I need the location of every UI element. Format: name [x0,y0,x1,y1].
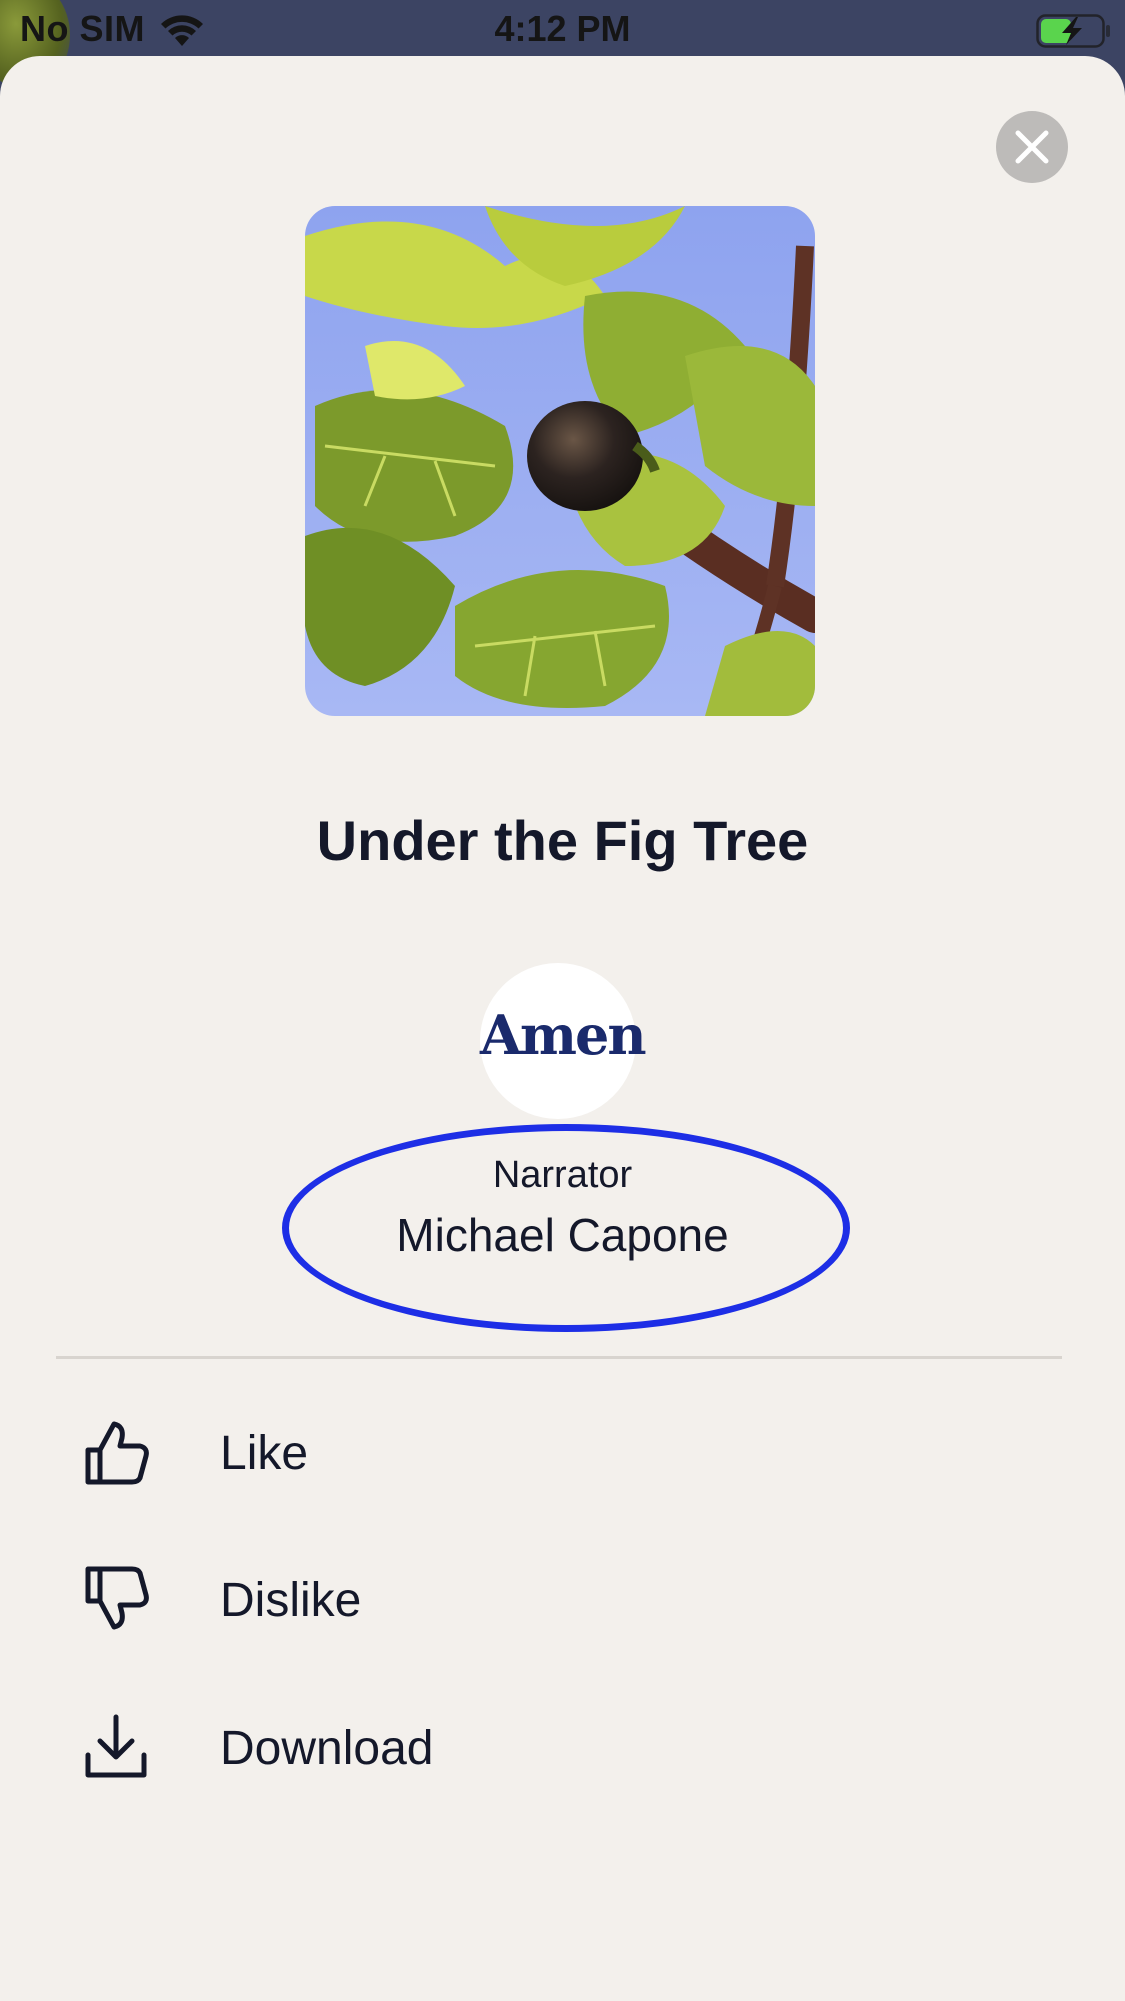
download-button[interactable]: Download [56,1691,1056,1801]
clock: 4:12 PM [494,8,631,49]
publisher-logo: Amen [480,1003,647,1067]
cover-image [305,206,815,716]
download-label: Download [220,1722,434,1775]
status-bar: No SIM 4:12 PM [0,0,1125,58]
thumbs-down-icon [85,1566,149,1630]
battery-charging-icon [1036,14,1110,48]
narrator-name[interactable]: Michael Capone [0,1208,1125,1262]
like-label: Like [220,1427,309,1480]
divider [56,1356,1062,1359]
narrator-role-label: Narrator [492,1154,633,1196]
dislike-button[interactable]: Dislike [56,1543,1056,1653]
publisher-avatar[interactable]: Amen [480,963,647,1119]
dislike-label: Dislike [220,1574,362,1627]
like-button[interactable]: Like [56,1396,1056,1506]
close-button[interactable] [996,111,1068,183]
track-title: Under the Fig Tree [316,809,809,872]
track-details-sheet: Under the Fig Tree Amen Narrator Michael… [0,56,1125,2001]
thumbs-up-icon [85,1421,149,1485]
screen: No SIM 4:12 PM Under the Fig Tree Amen N… [0,0,1125,2001]
download-icon [85,1714,147,1778]
close-icon [1015,130,1049,164]
